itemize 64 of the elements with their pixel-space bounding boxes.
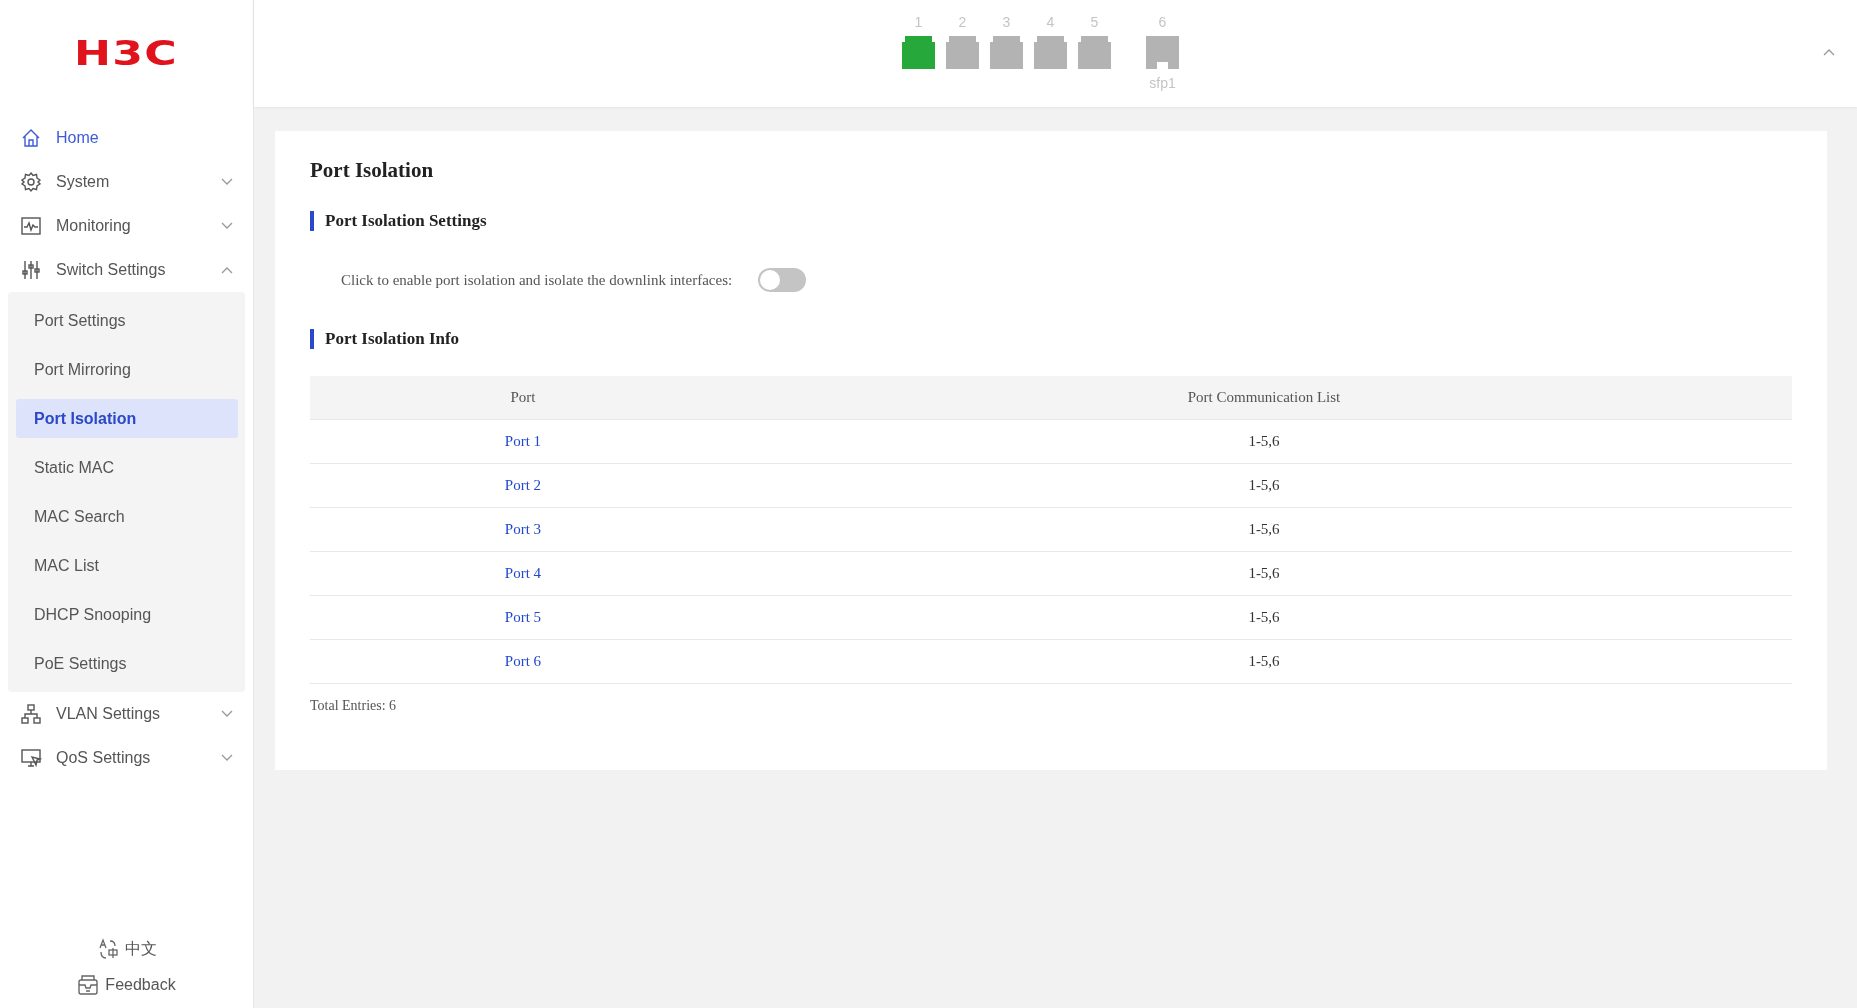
port-number: 3 xyxy=(1002,14,1011,30)
nav-item[interactable]: VLAN Settings xyxy=(0,692,253,736)
submenu-item[interactable]: PoE Settings xyxy=(16,644,238,683)
submenu-item[interactable]: MAC Search xyxy=(16,497,238,536)
chevron-icon xyxy=(221,754,233,762)
page-title: Port Isolation xyxy=(310,157,435,184)
port-number: 2 xyxy=(958,14,967,30)
table-cell: 1-5,6 xyxy=(1248,477,1280,494)
port-link[interactable]: Port 2 xyxy=(504,477,542,494)
ethernet-port-icon[interactable] xyxy=(990,36,1023,69)
chevron-icon xyxy=(221,710,233,718)
feedback-link[interactable]: Feedback xyxy=(105,976,176,994)
ethernet-port-icon[interactable] xyxy=(902,36,935,69)
toggle-label: Click to enable port isolation and isolate the downlink interfaces: xyxy=(341,271,733,289)
section-heading: Port Isolation Settings xyxy=(310,211,1792,231)
section-heading: Port Isolation Info xyxy=(310,329,1792,349)
submenu-item[interactable]: DHCP Snooping xyxy=(16,595,238,634)
submenu-item[interactable]: MAC List xyxy=(16,546,238,585)
chevron-icon xyxy=(221,222,233,230)
chevron-icon xyxy=(221,178,233,186)
column-header: Port Communication List xyxy=(1187,389,1341,406)
port-link[interactable]: Port 3 xyxy=(504,521,542,538)
ethernet-port-icon[interactable] xyxy=(1034,36,1067,69)
port-number: 6 xyxy=(1158,14,1167,30)
port-number: 5 xyxy=(1090,14,1099,30)
port-number: 1 xyxy=(914,14,923,30)
logo: H3C xyxy=(74,32,179,75)
nav-icon xyxy=(20,703,42,725)
ethernet-port-icon[interactable] xyxy=(946,36,979,69)
translate-icon xyxy=(96,938,119,960)
port-link[interactable]: Port 5 xyxy=(504,609,542,626)
chevron-icon xyxy=(221,266,233,274)
nav-icon xyxy=(20,127,42,149)
ethernet-port-icon[interactable] xyxy=(1078,36,1111,69)
inbox-icon xyxy=(77,974,100,996)
port-link[interactable]: Port 4 xyxy=(504,565,542,582)
nav-item[interactable]: Switch Settings xyxy=(0,248,253,292)
total-entries: Total Entries: 6 xyxy=(310,698,398,714)
nav-item[interactable]: Home xyxy=(0,116,253,160)
sfp-port-icon[interactable] xyxy=(1146,36,1179,69)
table-cell: 1-5,6 xyxy=(1248,521,1280,538)
submenu-item[interactable]: Port Mirroring xyxy=(16,350,238,389)
collapse-icon[interactable] xyxy=(1823,48,1835,56)
nav-icon xyxy=(20,747,42,769)
port-number: 4 xyxy=(1046,14,1055,30)
port-link[interactable]: Port 1 xyxy=(504,433,542,450)
toggle-switch[interactable] xyxy=(758,268,807,292)
nav-item[interactable]: QoS Settings xyxy=(0,736,253,780)
submenu-item[interactable]: Static MAC xyxy=(16,448,238,487)
column-header: Port xyxy=(510,389,536,406)
table-cell: 1-5,6 xyxy=(1248,433,1280,450)
port-label: sfp1 xyxy=(1149,75,1176,91)
table-cell: 1-5,6 xyxy=(1248,653,1280,670)
submenu-item[interactable]: Port Isolation xyxy=(16,399,238,438)
table-cell: 1-5,6 xyxy=(1248,609,1280,626)
nav-icon xyxy=(20,171,42,193)
port-link[interactable]: Port 6 xyxy=(504,653,542,670)
nav-item[interactable]: System xyxy=(0,160,253,204)
language-link[interactable]: 中文 xyxy=(124,938,157,960)
nav-icon xyxy=(20,259,42,281)
table-cell: 1-5,6 xyxy=(1248,565,1280,582)
nav-item[interactable]: Monitoring xyxy=(0,204,253,248)
nav-icon xyxy=(20,215,42,237)
submenu-item[interactable]: Port Settings xyxy=(16,301,238,340)
